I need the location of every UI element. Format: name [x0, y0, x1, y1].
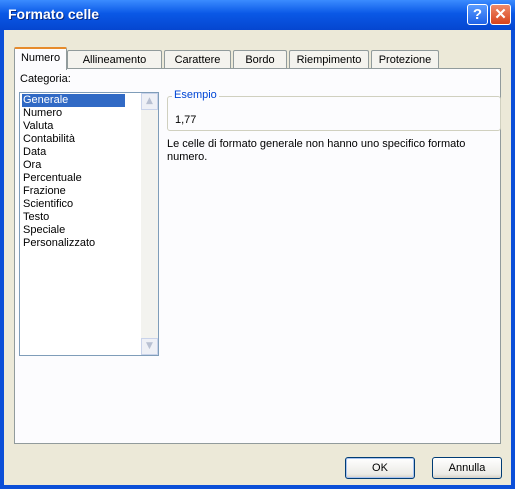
tab-carattere[interactable]: Carattere	[164, 50, 231, 69]
category-item-ora[interactable]: Ora	[22, 159, 125, 172]
ok-button[interactable]: OK	[345, 457, 415, 479]
category-item-testo[interactable]: Testo	[22, 211, 125, 224]
format-description: Le celle di formato generale non hanno u…	[167, 138, 466, 163]
category-item-contabilita[interactable]: Contabilità	[22, 133, 125, 146]
category-item-numero[interactable]: Numero	[22, 107, 125, 120]
category-item-frazione[interactable]: Frazione	[22, 185, 125, 198]
sample-value: 1,77	[175, 114, 197, 126]
scroll-down-icon[interactable]: ▼	[141, 338, 158, 355]
category-listbox[interactable]: Generale Numero Valuta Contabilità Data …	[19, 92, 159, 356]
tab-allineamento[interactable]: Allineamento	[67, 50, 162, 69]
sample-legend: Esempio	[172, 89, 219, 101]
category-label: Categoria:	[20, 73, 71, 85]
category-item-speciale[interactable]: Speciale	[22, 224, 125, 237]
category-item-generale[interactable]: Generale	[22, 94, 125, 107]
dialog-client-area: Numero Allineamento Carattere Bordo Riem…	[4, 30, 511, 485]
cancel-button[interactable]: Annulla	[432, 457, 502, 479]
window-title: Formato celle	[8, 6, 100, 22]
scroll-up-icon[interactable]: ▲	[141, 93, 158, 110]
category-scrollbar[interactable]: ▲ ▼	[141, 93, 158, 355]
category-item-scientifico[interactable]: Scientifico	[22, 198, 125, 211]
category-item-percentuale[interactable]: Percentuale	[22, 172, 125, 185]
close-button[interactable]: ✕	[490, 4, 511, 25]
dialog-window: Formato celle ? ✕ Numero Allineamento Ca…	[0, 0, 515, 489]
category-item-personalizzato[interactable]: Personalizzato	[22, 237, 125, 250]
title-bar[interactable]: Formato celle ? ✕	[0, 0, 515, 30]
tab-bordo[interactable]: Bordo	[233, 50, 287, 69]
sample-groupbox	[167, 96, 501, 131]
category-item-valuta[interactable]: Valuta	[22, 120, 125, 133]
category-item-data[interactable]: Data	[22, 146, 125, 159]
tab-numero[interactable]: Numero	[14, 47, 67, 70]
tab-riempimento[interactable]: Riempimento	[289, 50, 369, 69]
help-button[interactable]: ?	[467, 4, 488, 25]
tab-protezione[interactable]: Protezione	[371, 50, 439, 69]
